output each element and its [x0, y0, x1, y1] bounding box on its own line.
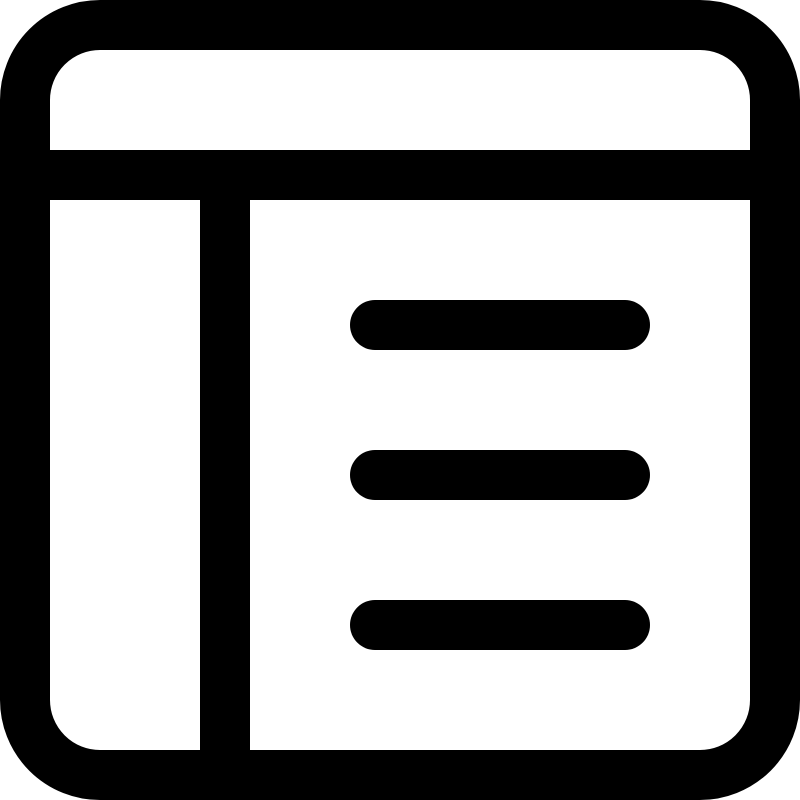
window-sidebar-list-icon — [0, 0, 800, 800]
icon-background — [0, 0, 800, 800]
icon-canvas — [0, 0, 800, 800]
